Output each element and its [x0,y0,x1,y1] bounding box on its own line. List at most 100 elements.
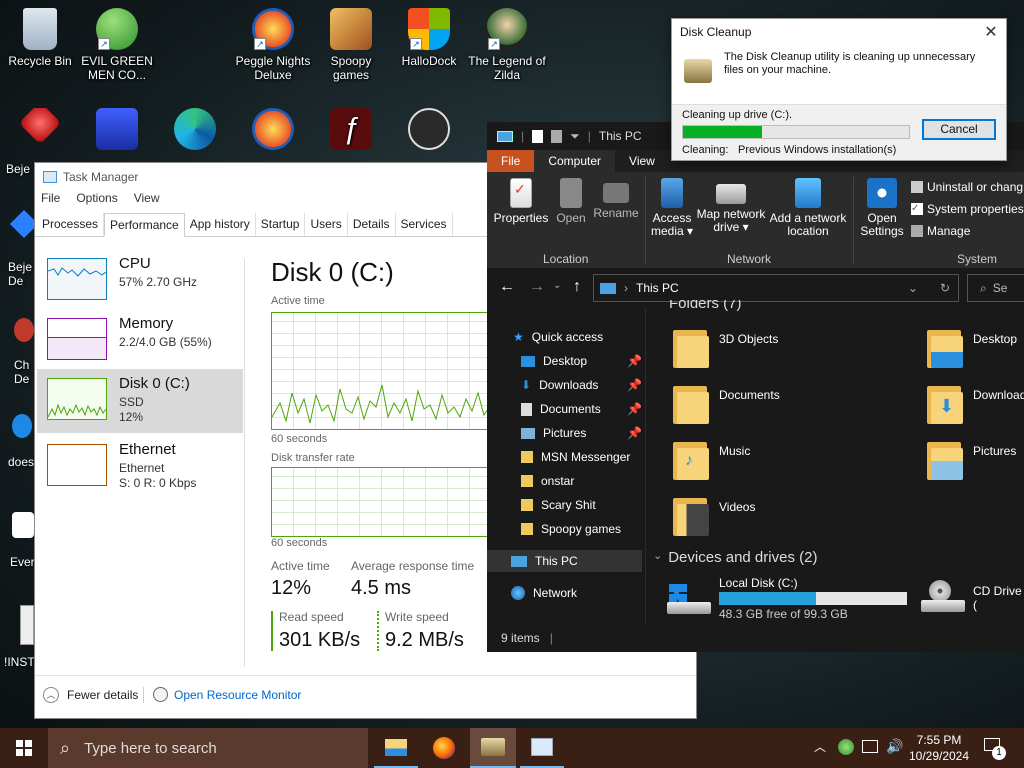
volume-icon[interactable]: 🔊 [886,738,903,755]
desktop-icon-mpl[interactable] [77,108,157,162]
item-count: 9 items [501,631,540,645]
add-network-location-button[interactable]: Add a network location [767,178,849,238]
tab-services[interactable]: Services [396,213,453,236]
folder-documents[interactable]: Documents [673,384,873,430]
disk-cleanup-dialog[interactable]: Disk Cleanup ✕ The Disk Cleanup utility … [671,18,1007,161]
show-hidden-icons[interactable]: ︿ [814,738,826,755]
pin-icon[interactable]: 📌 [627,402,642,416]
cancel-button[interactable]: Cancel [922,119,996,140]
desktop-icon-peggle[interactable]: ↗ Peggle Nights Deluxe [233,8,313,82]
tab-performance[interactable]: Performance [104,213,185,237]
access-media-icon [661,178,683,208]
folder-desktop[interactable]: Desktop [927,328,1024,374]
pin-icon[interactable]: 📌 [627,426,642,440]
desktop-icon-legend-of-zilda[interactable]: ↗ The Legend of Zilda [467,8,547,82]
menu-view[interactable]: View [134,191,160,209]
desktop-icon-spoopy-games[interactable]: Spoopy games [311,8,391,82]
sidebar-item-cpu[interactable]: CPU 57% 2.70 GHz [37,249,243,313]
taskbar-file-explorer[interactable] [374,728,418,768]
uninstall-button[interactable]: Uninstall or chang [911,180,1023,194]
taskbar-search-box[interactable]: ⌕ Type here to search [48,728,368,768]
desktop-icon-peggle-world[interactable] [233,108,313,162]
nav-documents[interactable]: Documents 📌 [487,398,642,420]
nav-scary-shit[interactable]: Scary Shit [487,494,642,516]
properties-button[interactable]: ✓ Properties [493,178,549,225]
msn-tray-icon[interactable] [838,739,854,755]
rename-button[interactable]: Rename [593,178,639,220]
desktop-icon-bejeweled[interactable] [0,108,80,162]
pin-icon[interactable]: 📌 [627,378,642,392]
sidebar-item-ethernet[interactable]: Ethernet Ethernet S: 0 R: 0 Kbps [37,435,243,499]
folder-music[interactable]: ♪ Music [673,440,873,486]
folder-downloads[interactable]: ⬇ Downloads [927,384,1024,430]
drive-cd[interactable]: CD Drive ( [921,574,1024,622]
nav-downloads[interactable]: ⬇ Downloads 📌 [487,374,642,396]
map-network-drive-button[interactable]: Map network drive ▾ [695,178,767,234]
recent-locations-icon[interactable]: ⌄ [553,280,561,291]
new-folder-quick-icon[interactable] [551,129,563,143]
disk-cleanup-icon [684,59,712,83]
clock[interactable]: 7:55 PM 10/29/2024 [904,732,974,764]
network-tray-icon[interactable] [862,740,878,753]
desktop-icon-rdp[interactable] [389,108,469,162]
search-box[interactable]: ⌕ Se [967,274,1024,302]
open-settings-button[interactable]: Open Settings [857,178,907,238]
open-button[interactable]: Open [553,178,589,225]
action-center-button[interactable]: 1 [982,736,1008,760]
manage-button[interactable]: Manage [911,224,970,238]
nav-msn-messenger[interactable]: MSN Messenger [487,446,642,468]
file-explorer-window[interactable]: | ⏷ | This PC File Computer View ✓ Prope… [487,122,1024,652]
up-button[interactable]: ↑ [573,278,581,296]
desktop-icon-recycle-bin[interactable]: Recycle Bin [0,8,80,68]
tab-app-history[interactable]: App history [185,213,256,236]
ribbon-tab-view[interactable]: View [615,150,669,172]
folder-pictures[interactable]: Pictures [927,440,1024,486]
devices-section-header[interactable]: ⌄ Devices and drives (2) [653,549,817,566]
sidebar-item-memory[interactable]: Memory 2.2/4.0 GB (55%) [37,309,243,373]
address-bar[interactable]: › This PC ⌄ ↻ [593,274,959,302]
desktop-icon-hallodock[interactable]: ↗ HalloDock [389,8,469,68]
forward-button[interactable]: → [529,278,545,296]
drive-c[interactable]: Local Disk (C:) 48.3 GB free of 99.3 GB [667,574,907,622]
desktop-icon-evil-green-men[interactable]: ↗ EVIL GREEN MEN CO... [77,8,157,82]
ribbon-tab-file[interactable]: File [487,150,535,172]
sidebar-item-disk[interactable]: Disk 0 (C:) SSD 12% [37,369,243,433]
menu-options[interactable]: Options [76,191,117,209]
folders-section-header[interactable]: Folders (7) [669,300,742,312]
address-text: This PC [636,281,679,295]
pin-icon[interactable]: 📌 [627,354,642,368]
system-properties-button[interactable]: ✓ System properties [911,202,1024,216]
nav-desktop[interactable]: Desktop 📌 [487,350,642,372]
back-button[interactable]: ← [499,278,515,296]
tab-processes[interactable]: Processes [37,213,105,236]
refresh-icon[interactable]: ↻ [926,281,958,295]
fewer-details-button[interactable]: ︿ Fewer details [43,687,138,703]
access-media-button[interactable]: Access media ▾ [649,178,695,238]
sidebar-name: CPU [119,255,151,272]
nav-network[interactable]: Network [487,582,642,604]
nav-onstar[interactable]: onstar [487,470,642,492]
nav-pictures[interactable]: Pictures 📌 [487,422,642,444]
tab-details[interactable]: Details [348,213,396,236]
tab-startup[interactable]: Startup [256,213,306,236]
taskbar-firefox[interactable] [422,728,466,768]
quick-access-dropdown-icon[interactable]: ⏷ [570,129,580,144]
desktop-icon-edge[interactable] [155,108,235,162]
properties-quick-icon[interactable] [532,129,544,143]
start-button[interactable] [0,728,48,768]
taskbar-disk-cleanup[interactable] [470,728,516,768]
dialog-titlebar[interactable]: Disk Cleanup ✕ [672,19,1006,45]
close-icon[interactable]: ✕ [976,22,1006,42]
tab-users[interactable]: Users [305,213,348,236]
nav-this-pc[interactable]: This PC [487,550,642,572]
taskbar-task-manager[interactable] [520,728,564,768]
ribbon-tab-computer[interactable]: Computer [534,150,616,172]
nav-quick-access[interactable]: ★ Quick access [487,326,642,348]
nav-spoopy-games[interactable]: Spoopy games [487,518,642,540]
desktop-icon-flash[interactable]: ƒ [311,108,391,162]
folder-videos[interactable]: Videos [673,496,873,542]
address-dropdown-icon[interactable]: ⌄ [908,281,918,295]
open-resource-monitor-link[interactable]: Open Resource Monitor [153,687,301,702]
menu-file[interactable]: File [41,191,60,209]
folder-3d-objects[interactable]: 3D Objects [673,328,873,374]
